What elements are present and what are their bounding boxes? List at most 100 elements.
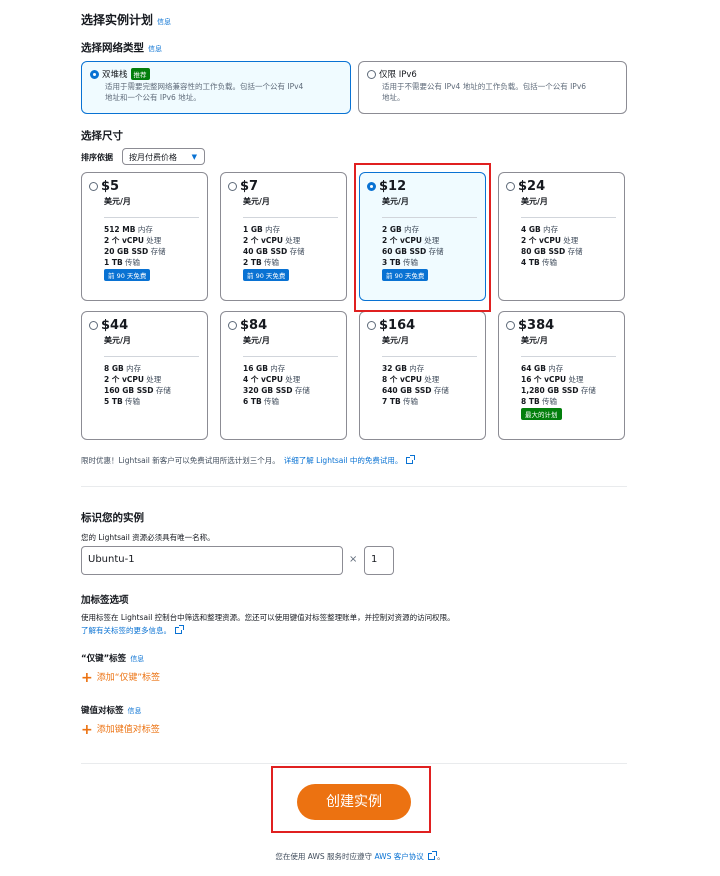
radio-icon[interactable] — [89, 182, 98, 191]
highlight-box — [354, 163, 491, 312]
add-kv-tag-button[interactable]: + 添加键值对标签 — [81, 722, 160, 738]
spec-cpu: 8 个 vCPU 处理 — [382, 375, 440, 384]
desc-line: 地址和一个公有 IPv6 地址。 — [105, 93, 201, 102]
free-trial-link[interactable]: 详细了解 Lightsail 中的免费试用。 — [284, 456, 403, 465]
spec-transfer: 4 TB 传输 — [521, 258, 558, 267]
identify-hint: 您的 Lightsail 资源必须具有唯一名称。 — [81, 533, 215, 542]
network-option-desc: 适用于需要完整网络兼容性的工作负载。包括一个公有 IPv4 地址和一个公有 IP… — [105, 81, 342, 103]
multiply-icon: × — [349, 554, 358, 565]
radio-icon[interactable] — [89, 321, 98, 330]
network-option-label: 双堆栈 — [102, 70, 128, 80]
divider — [521, 217, 616, 218]
network-option-dual-stack[interactable]: 双堆栈 推荐 适用于需要完整网络兼容性的工作负载。包括一个公有 IPv4 地址和一… — [81, 61, 351, 114]
network-option-ipv6-only[interactable]: 仅限 IPv6 适用于不需要公有 IPv4 地址的工作负载。包括一个公有 IPv… — [358, 61, 627, 114]
spec-storage: 20 GB SSD 存储 — [104, 247, 166, 256]
radio-icon[interactable] — [367, 321, 376, 330]
radio-icon[interactable] — [228, 182, 237, 191]
kv-title: 键值对标签 信息 — [81, 706, 142, 716]
sort-select-value: 按月付费价格 — [129, 153, 177, 162]
spec-memory: 512 MB 内存 — [104, 225, 153, 234]
plan-unit: 美元/月 — [521, 197, 548, 206]
network-info-link[interactable]: 信息 — [148, 45, 162, 53]
divider — [81, 763, 627, 764]
spec-memory: 8 GB 内存 — [104, 364, 142, 373]
spec-storage: 40 GB SSD 存储 — [243, 247, 305, 256]
free-trial-badge: 前 90 天免费 — [243, 269, 290, 281]
external-link-icon — [175, 625, 184, 634]
radio-icon[interactable] — [90, 69, 99, 79]
sort-select[interactable]: 按月付费价格 ▼ — [122, 148, 205, 165]
plan-unit: 美元/月 — [521, 336, 548, 345]
network-title: 选择网络类型 — [81, 42, 144, 54]
spec-memory: 32 GB 内存 — [382, 364, 425, 373]
instance-count-input[interactable]: 1 — [364, 546, 394, 575]
instance-name-input[interactable]: Ubuntu-1 — [81, 546, 343, 575]
divider — [243, 217, 338, 218]
largest-plan-badge: 最大的计划 — [521, 408, 562, 420]
plan-price: $164 — [379, 318, 416, 333]
spec-storage: 320 GB SSD 存储 — [243, 386, 310, 395]
add-key-only-tag-button[interactable]: + 添加“仅键”标签 — [81, 670, 160, 686]
footer: 您在使用 AWS 服务时应遵守 AWS 客户协议 。 — [275, 851, 445, 861]
spec-memory: 1 GB 内存 — [243, 225, 281, 234]
divider — [81, 486, 627, 487]
radio-icon[interactable] — [506, 321, 515, 330]
spec-cpu: 2 个 vCPU 处理 — [243, 236, 301, 245]
network-section-title: 选择网络类型 信息 — [81, 40, 162, 55]
radio-icon[interactable] — [506, 182, 515, 191]
divider — [104, 217, 199, 218]
spec-cpu: 2 个 vCPU 处理 — [104, 375, 162, 384]
plan-price: $5 — [101, 179, 120, 194]
plan-price: $384 — [518, 318, 555, 333]
key-only-info-link[interactable]: 信息 — [130, 655, 144, 663]
plan-card-44[interactable]: $44 美元/月 8 GB 内存 2 个 vCPU 处理 160 GB SSD … — [81, 311, 208, 440]
plan-unit: 美元/月 — [243, 197, 270, 206]
spec-transfer: 1 TB 传输 — [104, 258, 141, 267]
highlight-box — [271, 766, 431, 833]
divider — [521, 356, 616, 357]
plan-card-7[interactable]: $7 美元/月 1 GB 内存 2 个 vCPU 处理 40 GB SSD 存储… — [220, 172, 347, 301]
promo-text: 限时优惠！Lightsail 新客户可以免费试用所选计划三个月。 详细了解 Lig… — [81, 455, 416, 466]
network-option-label: 仅限 IPv6 — [379, 70, 417, 80]
key-only-title: “仅键”标签 信息 — [81, 654, 145, 664]
spec-transfer: 8 TB 传输 — [521, 397, 558, 406]
plan-unit: 美元/月 — [382, 336, 409, 345]
plan-price: $44 — [101, 318, 129, 333]
spec-transfer: 7 TB 传输 — [382, 397, 419, 406]
spec-transfer: 2 TB 传输 — [243, 258, 280, 267]
free-trial-badge: 前 90 天免费 — [104, 269, 151, 281]
identify-title: 标识您的实例 — [81, 512, 144, 524]
plan-card-84[interactable]: $84 美元/月 16 GB 内存 4 个 vCPU 处理 320 GB SSD… — [220, 311, 347, 440]
customer-agreement-link[interactable]: AWS 客户协议 — [374, 852, 423, 861]
kv-info-link[interactable]: 信息 — [128, 707, 142, 715]
spec-cpu: 2 个 vCPU 处理 — [521, 236, 579, 245]
plan-card-384[interactable]: $384 美元/月 64 GB 内存 16 个 vCPU 处理 1,280 GB… — [498, 311, 625, 440]
plan-unit: 美元/月 — [243, 336, 270, 345]
plan-card-5[interactable]: $5 美元/月 512 MB 内存 2 个 vCPU 处理 20 GB SSD … — [81, 172, 208, 301]
plan-price: $7 — [240, 179, 259, 194]
plus-icon: + — [81, 722, 93, 738]
radio-icon[interactable] — [228, 321, 237, 330]
spec-memory: 16 GB 内存 — [243, 364, 286, 373]
network-option-desc: 适用于不需要公有 IPv4 地址的工作负载。包括一个公有 IPv6 地址。 — [382, 81, 618, 103]
size-title: 选择尺寸 — [81, 130, 123, 142]
radio-icon[interactable] — [367, 69, 376, 79]
sort-label: 排序依据 — [81, 153, 113, 162]
plan-card-24[interactable]: $24 美元/月 4 GB 内存 2 个 vCPU 处理 80 GB SSD 存… — [498, 172, 625, 301]
spec-memory: 4 GB 内存 — [521, 225, 559, 234]
plan-price: $84 — [240, 318, 268, 333]
spec-memory: 64 GB 内存 — [521, 364, 564, 373]
plan-title: 选择实例计划 — [81, 13, 154, 27]
tags-learn-more-link[interactable]: 了解有关标签的更多信息。 — [81, 626, 171, 635]
plan-price: $24 — [518, 179, 546, 194]
plan-card-164[interactable]: $164 美元/月 32 GB 内存 8 个 vCPU 处理 640 GB SS… — [359, 311, 486, 440]
caret-down-icon: ▼ — [191, 153, 197, 161]
tags-learn-more: 了解有关标签的更多信息。 — [81, 625, 184, 636]
tags-title: 加标签选项 — [81, 595, 129, 606]
desc-line: 地址。 — [382, 93, 405, 102]
desc-line: 适用于不需要公有 IPv4 地址的工作负载。包括一个公有 IPv6 — [382, 82, 587, 91]
divider — [382, 356, 477, 357]
plan-info-link[interactable]: 信息 — [157, 18, 171, 26]
spec-cpu: 2 个 vCPU 处理 — [104, 236, 162, 245]
spec-cpu: 16 个 vCPU 处理 — [521, 375, 584, 384]
